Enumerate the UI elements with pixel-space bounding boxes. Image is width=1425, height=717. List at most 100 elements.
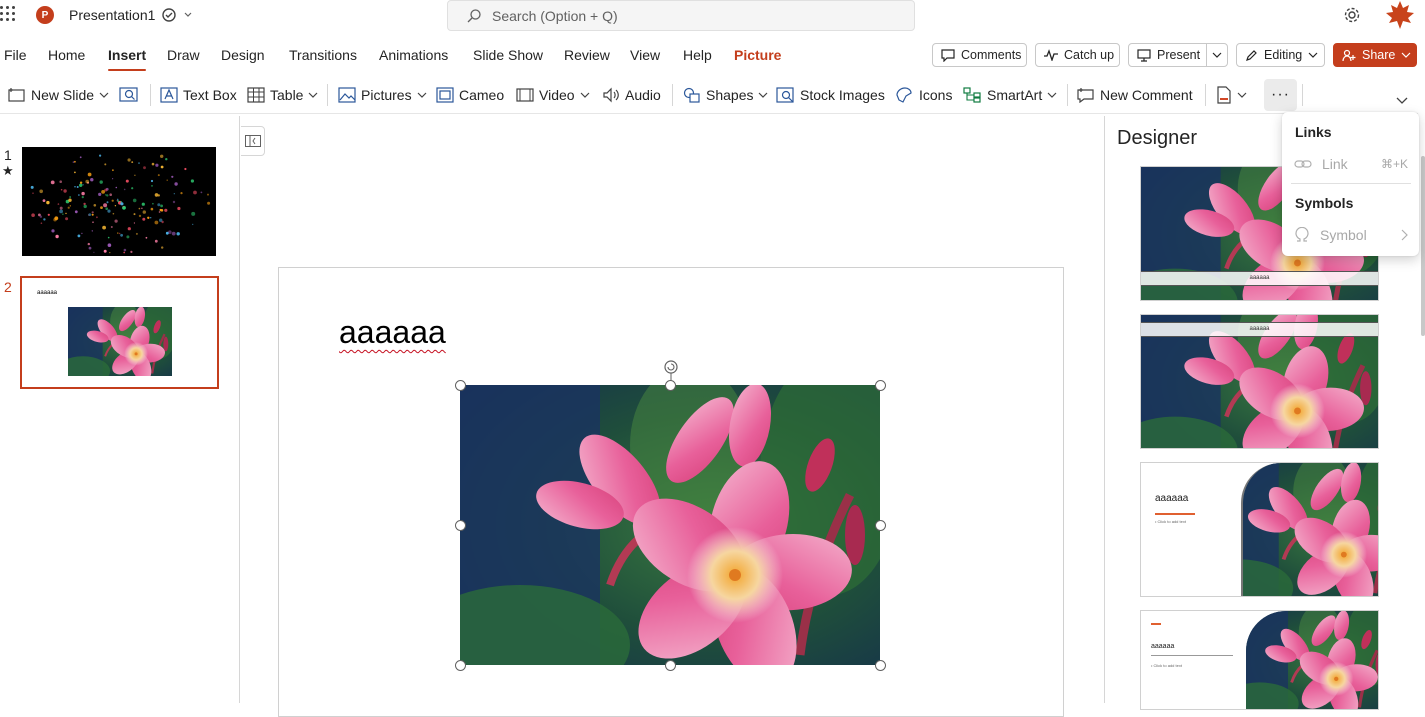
tab-file[interactable]: File [4,47,27,63]
catch-up-button[interactable]: Catch up [1035,43,1120,67]
link-menu-item[interactable]: Link ⌘+K [1294,153,1408,175]
stock-images-label: Stock Images [800,87,885,103]
video-icon [516,87,534,103]
tab-view[interactable]: View [630,47,660,63]
resize-handle-left[interactable] [455,520,466,531]
audio-button[interactable]: Audio [602,84,661,106]
tab-transitions[interactable]: Transitions [289,47,357,63]
collapse-thumbnails-icon[interactable] [241,126,265,156]
pictures-button[interactable]: Pictures [338,84,427,106]
tab-animations[interactable]: Animations [379,47,448,63]
stock-images-button[interactable]: Stock Images [776,84,885,106]
tab-help[interactable]: Help [683,47,712,63]
video-button[interactable]: Video [516,84,590,106]
editing-label: Editing [1264,48,1303,62]
slide-thumbnail-2[interactable]: aaaaaa [20,276,219,389]
settings-gear-icon[interactable] [1343,6,1361,24]
slide-number-1: 1 [4,147,12,163]
document-title[interactable]: Presentation1 [69,7,155,23]
chevron-down-icon [417,92,427,98]
symbol-label: Symbol [1320,227,1367,243]
search-icon [466,8,482,24]
tab-design[interactable]: Design [221,47,265,63]
designer-card-title: aaaaaa [1155,493,1189,504]
cameo-button[interactable]: Cameo [436,84,504,106]
text-box-button[interactable]: Text Box [160,84,237,106]
document-title-text: Presentation1 [69,7,156,23]
resize-handle-right[interactable] [875,520,886,531]
selected-flower-picture[interactable] [460,385,880,665]
slide-number-2: 2 [4,279,12,295]
header-footer-button[interactable] [1216,84,1247,106]
chevron-down-icon [1308,52,1318,58]
share-button[interactable]: Share [1333,43,1417,67]
tab-home[interactable]: Home [48,47,85,63]
table-button[interactable]: Table [247,84,318,106]
link-shortcut: ⌘+K [1380,157,1408,171]
text-box-icon [160,87,178,103]
tab-draw[interactable]: Draw [167,47,200,63]
more-options-button[interactable]: ··· [1264,79,1297,111]
chevron-down-icon [1047,92,1057,98]
reuse-slides-button[interactable] [119,84,139,106]
resize-handle-bottom[interactable] [665,660,676,671]
new-comment-button[interactable]: New Comment [1077,84,1193,106]
powerpoint-logo-icon: P [36,6,54,24]
slide-editor-canvas: aaaaaa [241,116,1104,717]
thumbnail-flower-image [68,307,172,376]
links-section-header: Links [1295,124,1332,140]
cameo-icon [436,87,454,103]
resize-handle-top[interactable] [665,380,676,391]
slide-thumbnail-1[interactable] [22,147,216,256]
symbols-section-header: Symbols [1295,195,1354,211]
search-placeholder: Search (Option + Q) [492,7,618,24]
link-label: Link [1322,156,1348,172]
shapes-button[interactable]: Shapes [683,84,768,106]
editing-mode-button[interactable]: Editing [1236,43,1325,67]
smartart-button[interactable]: SmartArt [963,84,1057,106]
ribbon-expand-chevron-icon[interactable] [1396,90,1408,112]
symbol-menu-item[interactable]: Symbol [1294,224,1408,246]
app-launcher-icon[interactable] [0,6,18,24]
resize-handle-top-right[interactable] [875,380,886,391]
present-icon [1137,48,1151,62]
chevron-down-icon [758,92,768,98]
new-comment-label: New Comment [1100,87,1193,103]
resize-handle-bottom-right[interactable] [875,660,886,671]
current-slide[interactable]: aaaaaa [278,267,1064,717]
present-label: Present [1157,48,1201,62]
new-slide-button[interactable]: New Slide [8,84,109,106]
resize-handle-bottom-left[interactable] [455,660,466,671]
present-dropdown-chevron-icon[interactable] [1206,44,1227,66]
speaker-icon [602,87,620,103]
tab-insert[interactable]: Insert [108,47,147,71]
chevron-down-icon [308,92,318,98]
resize-handle-top-left[interactable] [455,380,466,391]
comments-button[interactable]: Comments [932,43,1027,67]
reuse-slides-icon [119,86,139,104]
present-button[interactable]: Present [1128,43,1228,67]
audio-label: Audio [625,87,661,103]
search-box[interactable]: Search (Option + Q) [447,0,915,31]
table-icon [247,87,265,103]
designer-option-3[interactable]: aaaaaa • Click to add text [1140,462,1379,597]
more-options-label: ··· [1271,86,1290,103]
designer-option-2[interactable]: aaaaaa [1140,314,1379,449]
designer-scrollbar[interactable] [1421,156,1425,336]
designer-card-title: aaaaaa [1141,322,1378,337]
smartart-label: SmartArt [987,87,1043,103]
designer-option-4[interactable]: aaaaaa • Click to add text [1140,610,1379,710]
avatar[interactable] [1384,0,1416,30]
saved-status-icon[interactable] [162,8,192,22]
link-icon [1294,158,1312,170]
pictures-label: Pictures [361,87,412,103]
tab-slide-show[interactable]: Slide Show [473,47,543,63]
designer-card-bullet: • Click to add text [1155,519,1186,524]
pulse-icon [1044,49,1058,61]
tab-picture[interactable]: Picture [734,47,781,63]
icons-button[interactable]: Icons [894,84,952,106]
tab-review[interactable]: Review [564,47,610,63]
designer-title: Designer [1117,127,1198,149]
slide-title[interactable]: aaaaaa [339,314,446,351]
icons-label: Icons [919,87,953,103]
